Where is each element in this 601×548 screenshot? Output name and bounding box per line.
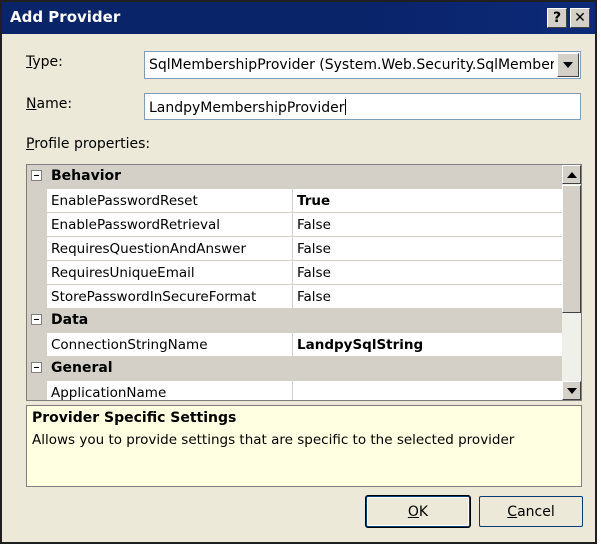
property-value[interactable]: True [297,193,330,209]
description-text: Allows you to provide settings that are … [32,432,515,448]
property-row[interactable]: ApplicationName [27,381,562,401]
property-value[interactable]: LandpySqlString [297,337,423,353]
chevron-up-icon [566,171,577,178]
property-value[interactable]: False [297,217,331,233]
description-title: Provider Specific Settings [32,410,237,426]
type-select-value: SqlMembershipProvider (System.Web.Securi… [149,57,554,73]
property-name: ApplicationName [51,385,167,401]
property-value[interactable]: False [297,265,331,281]
profile-properties-label: Profile properties: [26,136,151,152]
property-row[interactable]: EnablePasswordRetrieval False [27,213,562,237]
close-icon: ✕ [574,10,586,26]
category-data[interactable]: Data [27,309,562,333]
description-panel: Provider Specific Settings Allows you to… [26,405,582,487]
property-row[interactable]: StorePasswordInSecureFormat False [27,285,562,309]
category-general[interactable]: General [27,357,562,381]
chevron-down-icon [563,62,573,68]
property-value[interactable]: False [297,241,331,257]
scroll-thumb[interactable] [562,185,581,313]
help-button[interactable]: ? [547,8,567,28]
property-row[interactable]: RequiresQuestionAndAnswer False [27,237,562,261]
title-bar[interactable]: Add Provider ? ✕ [2,2,595,34]
scroll-down-button[interactable] [562,381,581,400]
category-label: General [51,360,113,376]
name-input-value: LandpyMembershipProvider [149,99,347,116]
property-row[interactable]: EnablePasswordReset True [27,189,562,213]
scroll-up-button[interactable] [562,165,581,184]
name-input[interactable]: LandpyMembershipProvider [144,93,581,120]
add-provider-dialog: Add Provider ? ✕ Type: SqlMembershipProv… [0,0,597,544]
category-label: Data [51,312,89,328]
property-name: EnablePasswordReset [51,193,198,209]
cancel-button[interactable]: Cancel [479,496,583,527]
vertical-scrollbar[interactable] [562,165,581,400]
close-button[interactable]: ✕ [570,8,590,28]
property-grid[interactable]: Behavior EnablePasswordReset True Enable… [26,164,582,401]
property-row[interactable]: RequiresUniqueEmail False [27,261,562,285]
type-select[interactable]: SqlMembershipProvider (System.Web.Securi… [144,51,581,79]
property-name: RequiresQuestionAndAnswer [51,241,247,257]
property-name: EnablePasswordRetrieval [51,217,221,233]
type-dropdown-button[interactable] [557,53,579,77]
collapse-icon[interactable] [31,314,42,325]
property-row[interactable]: ConnectionStringName LandpySqlString [27,333,562,357]
window-title: Add Provider [10,8,121,26]
help-icon: ? [552,10,562,26]
property-value[interactable]: False [297,289,331,305]
property-name: RequiresUniqueEmail [51,265,195,281]
type-label: Type: [26,54,63,70]
collapse-icon[interactable] [31,170,42,181]
chevron-down-icon [566,387,577,394]
property-name: StorePasswordInSecureFormat [51,289,257,305]
name-label: Name: [26,96,73,112]
category-behavior[interactable]: Behavior [27,165,562,189]
collapse-icon[interactable] [31,362,42,373]
category-label: Behavior [51,168,122,184]
ok-button[interactable]: OK [366,496,470,527]
property-name: ConnectionStringName [51,337,208,353]
